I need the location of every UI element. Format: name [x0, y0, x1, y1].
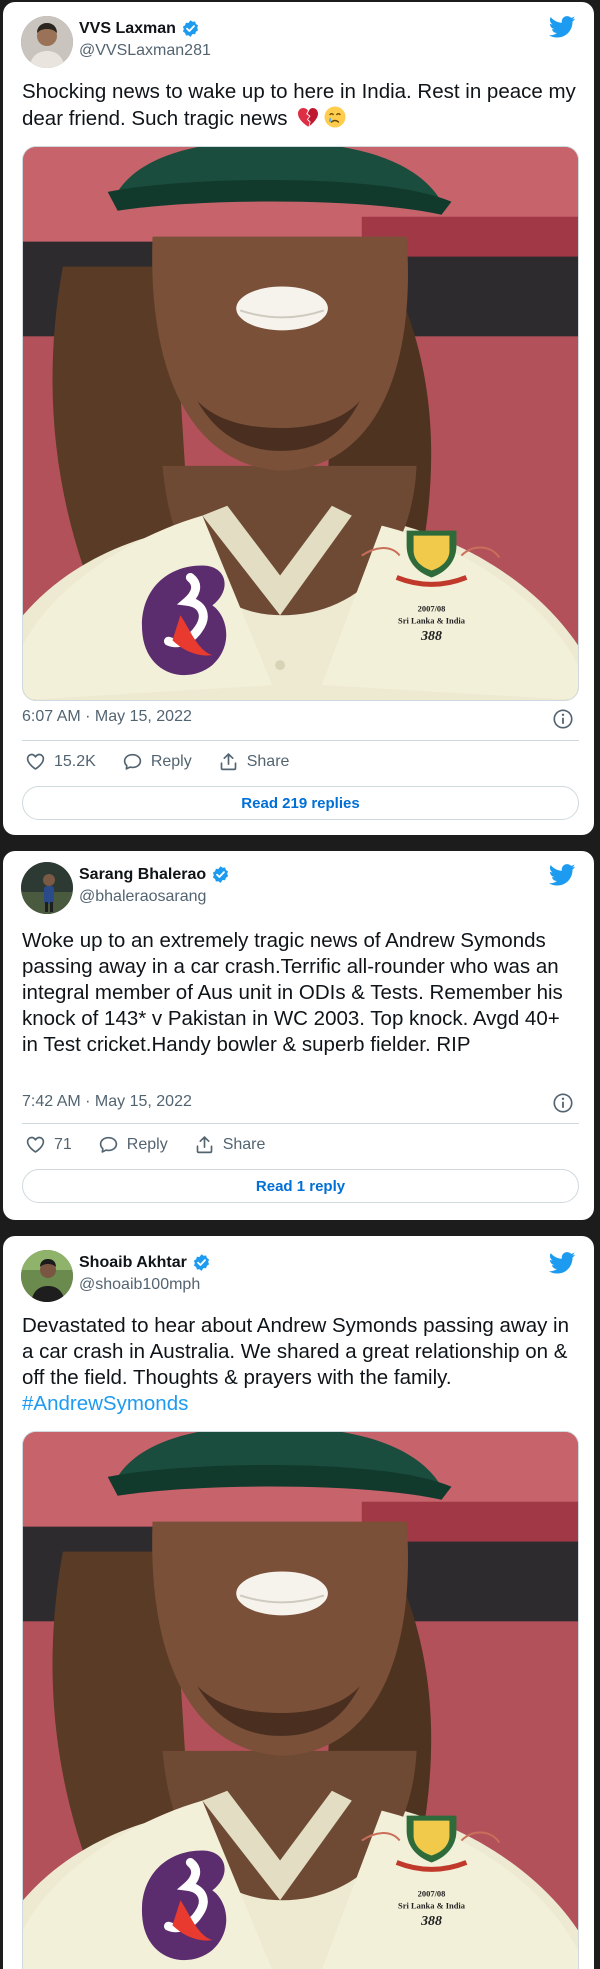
tweet-timestamp[interactable]: 6:07 AM · May 15, 2022 [22, 708, 192, 726]
share-icon [218, 751, 239, 772]
share-label: Share [222, 1135, 266, 1153]
reply-label: Reply [150, 752, 192, 770]
verified-badge-icon [211, 865, 230, 884]
badge-number: 388 [420, 629, 442, 644]
info-icon[interactable] [552, 1092, 574, 1114]
badge-line1: 2007/08 [418, 603, 446, 613]
user-handle[interactable]: @VVSLaxman281 [79, 42, 211, 60]
share-button[interactable]: Share [194, 1134, 266, 1155]
heart-icon [25, 1134, 46, 1155]
like-count: 71 [54, 1135, 72, 1153]
badge-line1: 2007/08 [418, 1888, 446, 1898]
tweet-text: Devastated to hear about Andrew Symonds … [22, 1313, 577, 1417]
display-name[interactable]: VVS Laxman [79, 20, 176, 38]
reply-button[interactable]: Reply [122, 751, 192, 772]
badge-line2: Sri Lanka & India [398, 615, 466, 625]
read-replies-button[interactable]: Read 219 replies [22, 786, 579, 820]
reply-icon [98, 1134, 119, 1155]
verified-badge-icon [192, 1253, 211, 1272]
badge-number: 388 [420, 1914, 442, 1929]
reply-icon [122, 751, 143, 772]
reply-button[interactable]: Reply [98, 1134, 168, 1155]
tweet-body: Devastated to hear about Andrew Symonds … [22, 1314, 569, 1389]
avatar[interactable] [21, 862, 73, 914]
user-handle[interactable]: @bhaleraosarang [79, 888, 206, 906]
hashtag-link[interactable]: #AndrewSymonds [22, 1391, 577, 1417]
badge-line2: Sri Lanka & India [398, 1900, 466, 1910]
twitter-bird-icon[interactable] [549, 16, 576, 38]
tweet-card[interactable]: Sarang Bhalerao @bhaleraosarang Woke up … [3, 851, 594, 1220]
display-name[interactable]: Sarang Bhalerao [79, 866, 206, 884]
display-name[interactable]: Shoaib Akhtar [79, 1254, 187, 1272]
like-button[interactable]: 15.2K [25, 751, 96, 772]
avatar[interactable] [21, 1250, 73, 1302]
tweet-timestamp[interactable]: 7:42 AM · May 15, 2022 [22, 1093, 192, 1111]
tweet-card[interactable]: VVS Laxman @VVSLaxman281 Shocking news t… [3, 2, 594, 835]
info-icon[interactable] [552, 708, 574, 730]
tweet-photo[interactable]: 2007/08 Sri Lanka & India 388 [22, 146, 579, 701]
tweet-photo[interactable]: 2007/08 Sri Lanka & India 388 [22, 1431, 579, 1969]
verified-badge-icon [181, 19, 200, 38]
crying-face-emoji [323, 105, 347, 129]
divider [22, 740, 579, 741]
avatar[interactable] [21, 16, 73, 68]
broken-heart-emoji [296, 105, 320, 129]
share-icon [194, 1134, 215, 1155]
like-count: 15.2K [54, 752, 96, 770]
tweet-text: Woke up to an extremely tragic news of A… [22, 929, 563, 1056]
tweet-actions: 15.2K Reply Share [25, 751, 289, 772]
share-button[interactable]: Share [218, 751, 290, 772]
share-label: Share [246, 752, 290, 770]
tweet-card[interactable]: Shoaib Akhtar @shoaib100mph Devastated t… [3, 1236, 594, 1969]
reply-label: Reply [126, 1135, 168, 1153]
read-replies-button[interactable]: Read 1 reply [22, 1169, 579, 1203]
heart-icon [25, 751, 46, 772]
tweet-actions: 71 Reply Share [25, 1134, 265, 1155]
twitter-bird-icon[interactable] [549, 864, 576, 886]
tweet-text: Shocking news to wake up to here in Indi… [22, 79, 577, 132]
like-button[interactable]: 71 [25, 1134, 72, 1155]
divider [22, 1123, 579, 1124]
twitter-bird-icon[interactable] [549, 1252, 576, 1274]
user-handle[interactable]: @shoaib100mph [79, 1276, 200, 1294]
